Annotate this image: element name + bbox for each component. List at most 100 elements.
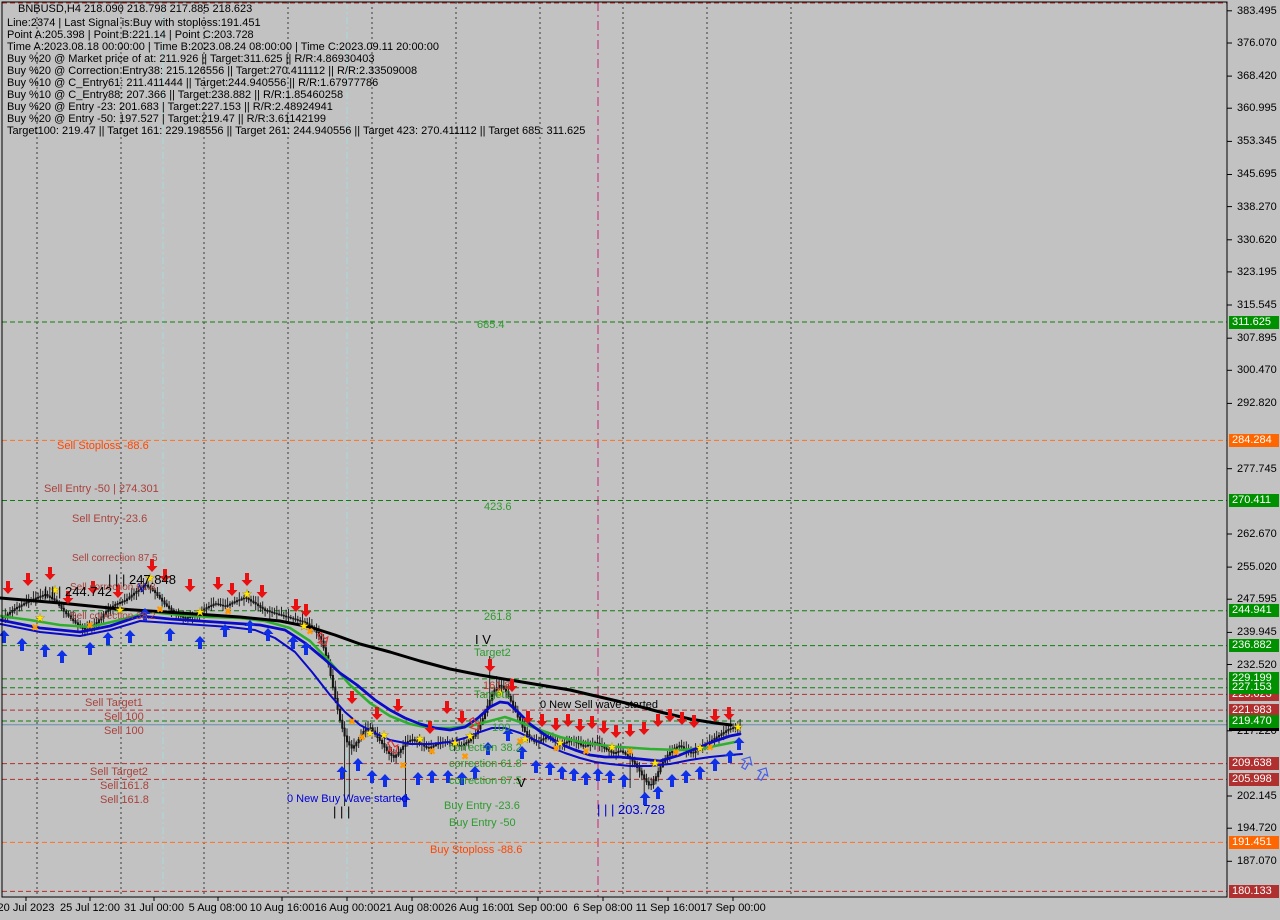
buy-arrow-icon	[337, 766, 348, 779]
sell-arrow-icon	[185, 579, 196, 592]
time-axis-label: 26 Aug 16:00	[445, 902, 510, 914]
star-signal-icon: ★	[650, 756, 661, 770]
info-line: Buy %20 @ Market price of at: 211.926 ||…	[7, 53, 375, 65]
cross-signal-icon: ✖	[672, 748, 680, 758]
info-line: Buy %10 @ C_Entry88: 207.366 || Target:2…	[7, 89, 343, 101]
sell-arrow-icon	[242, 573, 253, 586]
price-badge: 180.133	[1229, 885, 1279, 898]
chart-annotation: I V	[475, 633, 491, 647]
cross-signal-icon: ✖	[399, 761, 407, 771]
cross-signal-icon: ✖	[348, 717, 356, 727]
star-signal-icon: ★	[365, 726, 376, 740]
buy-arrow-icon	[40, 644, 51, 657]
price-axis-label: 376.070	[1237, 37, 1277, 49]
star-signal-icon: ★	[242, 587, 253, 601]
price-badge: 209.638	[1229, 757, 1279, 770]
cross-signal-icon: ✖	[306, 627, 314, 637]
chart-annotation: Buy Entry -50	[449, 817, 516, 829]
price-axis-label: 383.495	[1237, 5, 1277, 17]
buy-arrow-icon	[165, 628, 176, 641]
cross-signal-icon: ✖	[582, 747, 590, 757]
sell-arrow-icon	[442, 701, 453, 714]
star-signal-icon: ★	[195, 605, 206, 619]
price-axis-label: 368.420	[1237, 70, 1277, 82]
buy-arrow-icon	[619, 774, 630, 787]
price-badge: 236.882	[1229, 639, 1279, 652]
chart-annotation: Sell Target2	[90, 766, 148, 778]
sell-arrow-icon	[710, 709, 721, 722]
chart-annotation: Sell correction 87.5	[72, 553, 158, 564]
chart-annotation: correction 61.8	[449, 758, 522, 770]
time-axis-label: 5 Aug 08:00	[189, 902, 248, 914]
price-axis-label: 315.545	[1237, 299, 1277, 311]
sell-arrow-icon	[575, 719, 586, 732]
buy-arrow-icon	[681, 770, 692, 783]
price-badge: 191.451	[1229, 836, 1279, 849]
chart-annotation: Sell 161.8	[100, 794, 149, 806]
star-signal-icon: ★	[607, 740, 618, 754]
chart-annotation: Buy Entry -23.6	[444, 800, 520, 812]
star-signal-icon: ★	[695, 741, 706, 755]
info-line: Point A:205.398 | Point B:221.14 | Point…	[7, 29, 254, 41]
cross-signal-icon: ✖	[86, 621, 94, 631]
sell-arrow-icon	[625, 724, 636, 737]
chart-annotation: correction 87.5	[449, 775, 522, 787]
buy-arrow-icon	[380, 774, 391, 787]
buy-arrow-icon	[581, 772, 592, 785]
cross-signal-icon: ✖	[224, 607, 232, 617]
chart-annotation: | | | 244.742	[44, 585, 112, 599]
chart-annotation: V	[517, 776, 526, 790]
time-axis-label: 6 Sep 08:00	[573, 902, 632, 914]
sell-arrow-icon	[257, 585, 268, 598]
chart-annotation: Target1	[474, 689, 511, 701]
price-badge: 311.625	[1229, 316, 1279, 329]
chart-annotation: Sell 161.8	[100, 780, 149, 792]
price-axis-label: 277.745	[1237, 463, 1277, 475]
buy-arrow-icon	[353, 758, 364, 771]
info-line: Buy %10 @ C_Entry61: 211.411444 || Targe…	[7, 77, 378, 89]
buy-arrow-icon	[125, 630, 136, 643]
buy-arrow-icon	[367, 770, 378, 783]
buy-arrow-icon	[413, 772, 424, 785]
cross-signal-icon: ✖	[552, 744, 560, 754]
chart-annotation: 100	[492, 722, 510, 734]
price-axis-label: 292.820	[1237, 397, 1277, 409]
price-axis-label: 353.345	[1237, 135, 1277, 147]
sell-arrow-icon	[291, 599, 302, 612]
buy-arrow-icon	[427, 770, 438, 783]
time-axis-label: 1 Sep 00:00	[508, 902, 567, 914]
time-axis-label: 10 Aug 16:00	[250, 902, 315, 914]
price-axis-label: 239.945	[1237, 626, 1277, 638]
time-axis-label: 21 Aug 08:00	[380, 902, 445, 914]
chart-annotation: | | |	[333, 805, 350, 819]
buy-arrow-icon	[57, 650, 68, 663]
time-axis-label: 31 Jul 00:00	[124, 902, 184, 914]
sell-arrow-icon	[347, 691, 358, 704]
sell-arrow-icon	[724, 707, 735, 720]
chart-annotation: Target2	[474, 647, 511, 659]
chart-annotation: Sell 100	[104, 711, 144, 723]
sell-arrow-icon	[639, 722, 650, 735]
sell-arrow-icon	[227, 583, 238, 596]
info-line: Buy %20 @ Correction Entry38: 215.126556…	[7, 65, 417, 77]
time-axis-label: 11 Sep 16:00	[636, 902, 701, 914]
chart-annotation: V	[138, 582, 146, 595]
buy-arrow-icon	[695, 766, 706, 779]
sell-arrow-icon	[485, 659, 496, 672]
sell-arrow-icon	[457, 711, 468, 724]
time-axis-label: 16 Aug 00:00	[315, 902, 380, 914]
sell-arrow-icon	[213, 577, 224, 590]
buy-arrow-icon	[531, 760, 542, 773]
price-axis-label: 232.520	[1237, 659, 1277, 671]
cross-signal-icon: ✖	[626, 747, 634, 757]
info-line: Time A:2023.08.18 00:00:00 | Time B:2023…	[7, 41, 439, 53]
chart-annotation: Sell Target1	[85, 697, 143, 709]
buy-arrow-icon	[103, 632, 114, 645]
price-badge: 227.153	[1229, 681, 1279, 694]
price-axis-label: 360.995	[1237, 102, 1277, 114]
price-axis-label: 187.070	[1237, 855, 1277, 867]
cross-signal-icon: ✖	[358, 733, 366, 743]
price-chart-canvas[interactable]: ★★★★★★★★★★★★★★★★★★★✖✖✖✖✖✖✖✖✖✖✖✖✖✖✖✖	[0, 0, 1280, 920]
sell-arrow-icon	[611, 725, 622, 738]
buy-arrow-icon	[17, 638, 28, 651]
